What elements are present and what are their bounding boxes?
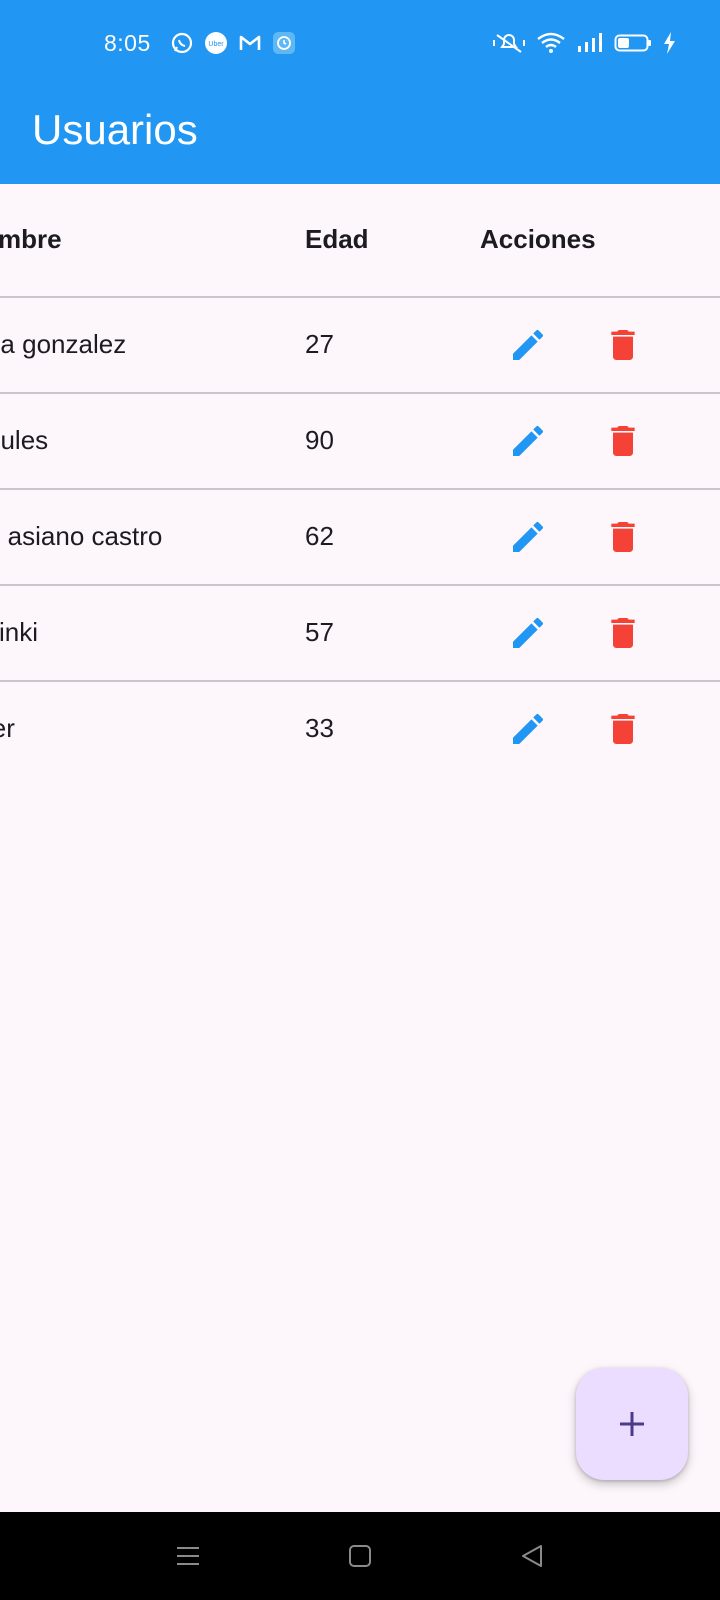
delete-button[interactable] [598,512,648,562]
system-nav-bar [0,1512,720,1600]
table-row: sinki 57 [0,586,720,682]
signal-icon [576,31,604,60]
cell-name: bules [0,425,49,455]
pencil-icon [513,425,544,456]
back-icon [522,1545,542,1567]
plus-icon [620,1412,644,1436]
pencil-icon [513,713,544,744]
users-table: mbre Edad Acciones rla gonzalez 27 bules… [0,184,720,776]
cell-name: rla gonzalez [0,329,127,359]
recent-apps-button[interactable] [170,1538,206,1574]
cell-name: ier [0,713,15,743]
cell-age: 90 [305,425,334,455]
pencil-icon [513,521,544,552]
app-bar: Usuarios [0,90,720,184]
back-button[interactable] [514,1538,550,1574]
vibrate-icon [492,31,526,60]
gmail-icon [238,31,262,55]
table-row: ier 33 [0,682,720,776]
cell-age: 27 [305,329,334,359]
trash-icon [611,618,635,648]
table-header: mbre Edad Acciones [0,184,720,298]
trash-icon [611,522,635,552]
whatsapp-icon [170,31,194,55]
cell-age: 57 [305,617,334,647]
delete-button[interactable] [598,320,648,370]
table-row: n asiano castro 62 [0,490,720,586]
add-user-button[interactable] [576,1368,688,1480]
trash-icon [611,330,635,360]
charging-icon [662,31,676,60]
cell-age: 62 [305,521,334,551]
svg-text:Uber: Uber [208,41,224,48]
home-icon [349,1545,371,1567]
edit-button[interactable] [503,512,553,562]
table-row: rla gonzalez 27 [0,298,720,394]
edit-button[interactable] [503,704,553,754]
delete-button[interactable] [598,608,648,658]
battery-icon [614,31,652,60]
trash-icon [611,714,635,744]
column-header-age: Edad [305,224,369,254]
notification-icons: Uber [170,31,296,55]
menu-icon [177,1547,199,1565]
pencil-icon [513,617,544,648]
uber-icon: Uber [204,31,228,55]
column-header-actions: Acciones [480,224,596,254]
delete-button[interactable] [598,704,648,754]
edit-button[interactable] [503,416,553,466]
wifi-icon [536,31,566,60]
table-row: bules 90 [0,394,720,490]
page-title: Usuarios [32,106,198,153]
trash-icon [611,426,635,456]
delete-button[interactable] [598,416,648,466]
column-header-name: mbre [0,224,62,254]
pencil-icon [513,329,544,360]
edit-button[interactable] [503,608,553,658]
cell-name: sinki [0,617,39,647]
edit-button[interactable] [503,320,553,370]
system-icons [492,31,676,60]
home-button[interactable] [342,1538,378,1574]
status-bar: 8:05 Uber [0,0,720,90]
alarm-app-icon [272,31,296,55]
cell-age: 33 [305,713,334,743]
status-time: 8:05 [104,30,151,56]
cell-name: n asiano castro [0,521,163,551]
